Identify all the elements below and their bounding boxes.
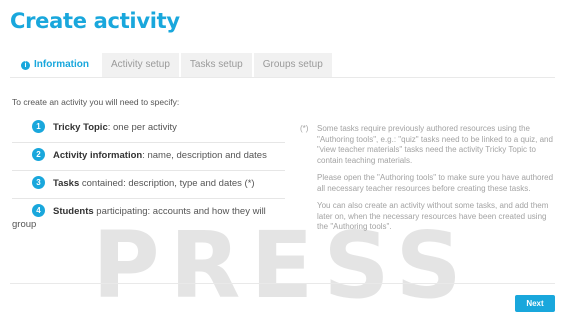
- step-description: : one per activity: [107, 122, 177, 133]
- note-mark: (*): [300, 124, 309, 133]
- step-title: Students: [53, 206, 94, 217]
- note-paragraph: (*) Some tasks require previously authore…: [300, 124, 558, 166]
- step-title: Tasks: [53, 178, 80, 189]
- step-description: : name, description and dates: [142, 150, 267, 161]
- intro-text: To create an activity you will need to s…: [12, 97, 180, 107]
- step-number-badge: 2: [32, 148, 45, 161]
- note-paragraph: You can also create an activity without …: [317, 201, 549, 231]
- info-icon: i: [21, 61, 30, 70]
- tab-bar: i Information Activity setup Tasks setup …: [10, 53, 334, 77]
- note-paragraph: Please open the "Authoring tools" to mak…: [317, 173, 554, 193]
- step-item: 3 Tasks contained: description, type and…: [12, 171, 285, 199]
- step-description: participating: accounts and how they wil…: [12, 206, 266, 230]
- step-text: Activity information: name, description …: [33, 149, 285, 162]
- tab-information[interactable]: i Information: [10, 53, 100, 77]
- step-item: 4 Students participating: accounts and h…: [12, 199, 285, 239]
- tab-divider: [10, 77, 555, 78]
- footer-divider: [10, 283, 555, 284]
- next-button[interactable]: Next: [515, 295, 555, 312]
- step-text: Students participating: accounts and how…: [12, 205, 285, 231]
- step-text: Tasks contained: description, type and d…: [33, 177, 285, 190]
- step-item: 1 Tricky Topic: one per activity: [12, 115, 285, 143]
- tasks-note: (*) Some tasks require previously authore…: [300, 124, 558, 240]
- step-number-badge: 4: [32, 204, 45, 217]
- page-title: Create activity: [10, 9, 180, 33]
- tab-tasks-setup[interactable]: Tasks setup: [180, 53, 252, 77]
- note-text: Some tasks require previously authored r…: [317, 124, 553, 165]
- step-description: contained: description, type and dates (…: [79, 178, 255, 189]
- step-title: Tricky Topic: [53, 122, 108, 133]
- step-number-badge: 3: [32, 176, 45, 189]
- step-item: 2 Activity information: name, descriptio…: [12, 143, 285, 171]
- step-text: Tricky Topic: one per activity: [33, 121, 285, 134]
- step-title: Activity information: [53, 150, 143, 161]
- tab-activity-setup[interactable]: Activity setup: [102, 53, 179, 77]
- steps-list: 1 Tricky Topic: one per activity 2 Activ…: [12, 115, 285, 239]
- step-number-badge: 1: [32, 120, 45, 133]
- tab-label: Information: [34, 59, 89, 70]
- tab-groups-setup[interactable]: Groups setup: [253, 53, 332, 77]
